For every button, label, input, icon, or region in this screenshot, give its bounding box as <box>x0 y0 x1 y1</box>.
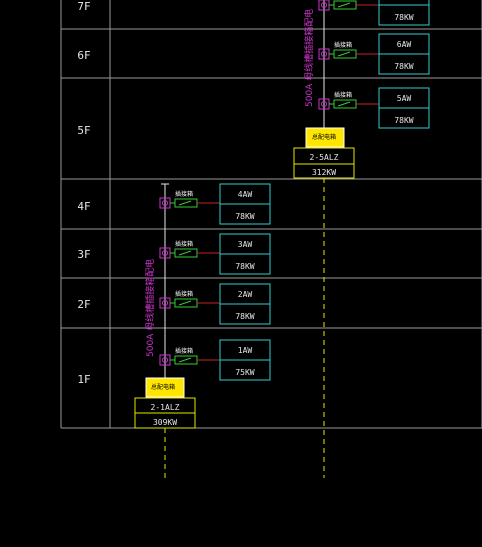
branch-feeder: 插接箱 1AW 75KW <box>159 339 271 381</box>
floor-label-7f: 7F <box>77 0 90 13</box>
sub-panel-id: 1AW <box>238 346 253 355</box>
breaker-label: 插接箱 <box>175 290 193 298</box>
branch-feeder: 插接箱78KW <box>318 0 430 26</box>
floor-label-4f: 4F <box>77 200 90 213</box>
floor-label-2f: 2F <box>77 298 90 311</box>
breaker-label: 插接箱 <box>334 91 352 99</box>
breaker-switch <box>337 51 351 57</box>
branch-feeder: 插接箱 5AW 78KW <box>318 87 430 129</box>
branch-feeders: 插接箱78KW插接箱6AW78KW插接箱5AW78KW插接箱4AW78KW插接箱… <box>159 0 430 381</box>
sub-panel-power: 78KW <box>235 312 254 321</box>
main-panel-id: 2-5ALZ <box>310 153 339 162</box>
breaker-switch <box>337 101 351 107</box>
busway-label-upper: 500A 母线槽插接箱配电 <box>303 9 315 107</box>
floor-label-1f: 1F <box>77 373 90 386</box>
sub-panel-power: 78KW <box>394 62 413 71</box>
breaker-label: 插接箱 <box>175 347 193 355</box>
breaker-switch <box>337 2 351 8</box>
breaker-switch <box>178 357 192 363</box>
sub-panel-power: 78KW <box>235 262 254 271</box>
main-panel-power: 309KW <box>153 418 177 427</box>
breaker-label: 插接箱 <box>175 240 193 248</box>
floor-label-5f: 5F <box>77 124 90 137</box>
branch-feeder: 插接箱 4AW 78KW <box>159 183 271 225</box>
branch-feeder: 插接箱 2AW 78KW <box>159 283 271 325</box>
sub-panel-id: 5AW <box>397 94 412 103</box>
sub-panel-id: 4AW <box>238 190 253 199</box>
branch-feeder: 插接箱 3AW 78KW <box>159 233 271 275</box>
sub-panel-power: 75KW <box>235 368 254 377</box>
sub-panel-power: 78KW <box>394 13 413 22</box>
busway-riser-lower <box>161 183 169 478</box>
breaker-switch <box>178 300 192 306</box>
breaker-switch <box>178 250 192 256</box>
main-panel-2-5alz: 总配电箱 2-5ALZ 312KW <box>293 127 355 179</box>
sub-panel-id: 6AW <box>397 40 412 49</box>
floor-label-6f: 6F <box>77 49 90 62</box>
breaker-label: 插接箱 <box>334 41 352 49</box>
sub-panel-power: 78KW <box>235 212 254 221</box>
sub-panel-id: 3AW <box>238 240 253 249</box>
breaker-switch <box>178 200 192 206</box>
riser-diagram: 7F 6F 5F 4F 3F 2F 1F 500A 母线槽插接箱配电 500A … <box>60 0 482 478</box>
main-panel-power: 312KW <box>312 168 336 177</box>
main-panel-2-1alz: 总配电箱 2-1ALZ 309KW <box>134 377 196 429</box>
sub-panel-power: 78KW <box>394 116 413 125</box>
main-panel-id: 2-1ALZ <box>151 403 180 412</box>
floor-grid <box>60 0 482 429</box>
branch-feeder: 插接箱 6AW 78KW <box>318 33 430 75</box>
floor-label-3f: 3F <box>77 248 90 261</box>
main-panel-tag: 总配电箱 <box>312 133 336 141</box>
breaker-label: 插接箱 <box>175 190 193 198</box>
main-panel-tag: 总配电箱 <box>151 383 175 391</box>
busway-label-lower: 500A 母线槽插接箱配电 <box>144 259 156 357</box>
sub-panel-id: 2AW <box>238 290 253 299</box>
